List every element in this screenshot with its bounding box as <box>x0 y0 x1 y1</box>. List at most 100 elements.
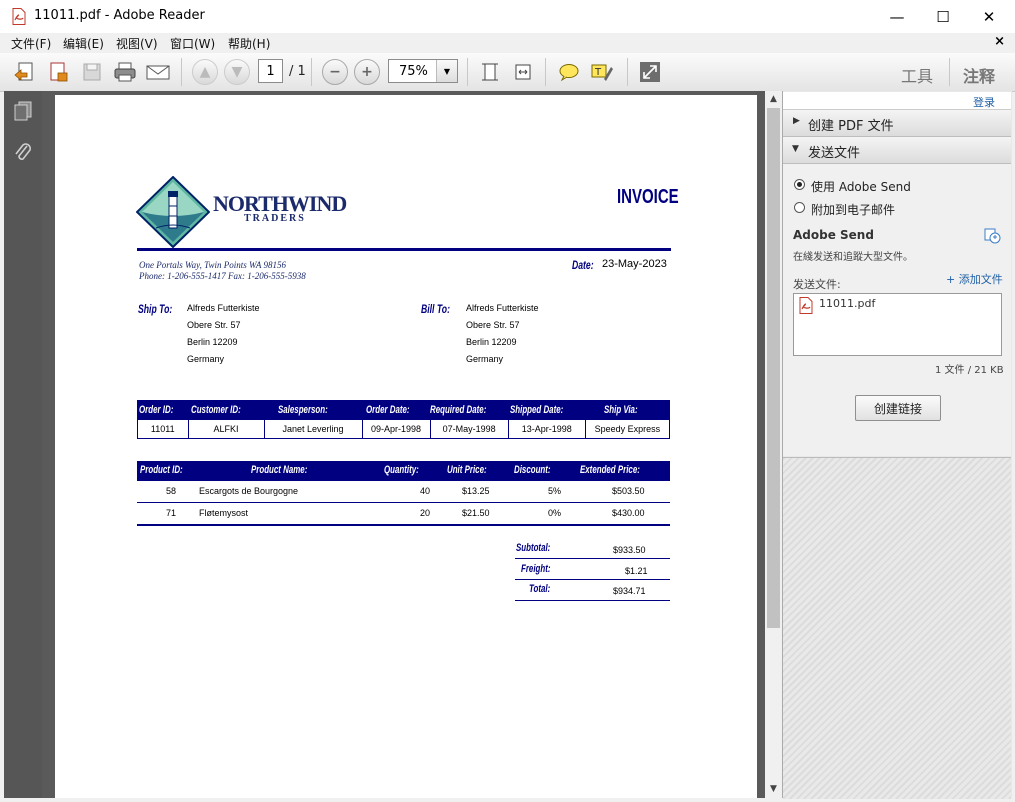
expand-icon <box>640 62 660 82</box>
fit-page-button[interactable] <box>477 60 503 84</box>
zoom-in-button[interactable]: + <box>354 59 380 85</box>
scrollbar-thumb[interactable] <box>767 108 780 628</box>
order-value-cell: ALFKI <box>188 419 265 439</box>
arrow-down-icon: ▼ <box>231 64 243 80</box>
scroll-down-icon[interactable]: ▼ <box>767 782 780 796</box>
menu-file[interactable]: 文件(F) <box>11 35 51 52</box>
zoom-value: 75% <box>399 64 428 79</box>
file-name[interactable]: 11011.pdf <box>819 297 875 310</box>
create-pdf-icon <box>50 62 68 82</box>
quantity: 40 <box>420 486 431 496</box>
comment-bubble-icon <box>559 64 579 82</box>
adobe-send-radio[interactable] <box>794 179 805 190</box>
ship-to-line: Obere Str. 57 <box>187 320 241 330</box>
fit-width-icon <box>515 64 531 80</box>
close-button[interactable]: ✕ <box>966 0 1012 33</box>
login-bar: 登录 <box>783 92 1011 110</box>
comment-tab[interactable]: 注释 <box>963 63 995 87</box>
order-value-cell: 13-Apr-1998 <box>508 419 586 439</box>
menu-window[interactable]: 窗口(W) <box>170 35 215 52</box>
order-header-cell: Ship Via: <box>603 404 638 417</box>
product-id: 71 <box>166 508 177 518</box>
totals-rule <box>515 558 670 559</box>
send-file-section[interactable]: ▼ 发送文件 <box>783 137 1011 164</box>
ship-to-line: Germany <box>187 354 225 364</box>
order-header-cell: Order Date: <box>365 404 410 417</box>
highlight-text-button[interactable]: T <box>589 60 615 84</box>
adobe-send-description: 在綫发送和追蹤大型文件。 <box>793 252 913 263</box>
invoice-heading: INVOICE <box>617 186 679 208</box>
minimize-button[interactable]: — <box>874 0 920 33</box>
order-header-cell: Shipped Date: <box>509 404 564 417</box>
ship-to-line: Berlin 12209 <box>187 337 238 347</box>
highlight-pen-icon: T <box>591 64 613 81</box>
open-button[interactable] <box>12 60 38 84</box>
company-address: One Portals Way, Twin Points WA 98156 <box>139 260 286 270</box>
product-name: Fløtemysost <box>199 508 249 518</box>
date-label: Date: <box>572 258 594 272</box>
order-value-cell: Speedy Express <box>594 423 661 434</box>
previous-page-button[interactable]: ▲ <box>192 59 218 85</box>
create-pdf-button[interactable] <box>46 60 72 84</box>
email-attach-option-label[interactable]: 附加到电子邮件 <box>811 201 895 218</box>
menu-edit[interactable]: 编辑(E) <box>63 35 104 52</box>
maximize-button[interactable]: ☐ <box>920 0 966 33</box>
add-file-link[interactable]: + 添加文件 <box>946 271 1003 287</box>
email-attach-radio[interactable] <box>794 202 805 213</box>
tools-tab[interactable]: 工具 <box>901 63 933 87</box>
fit-width-button[interactable] <box>510 60 536 84</box>
freight-label: Freight: <box>521 563 551 575</box>
pages-icon[interactable] <box>12 100 34 122</box>
bill-to-line: Germany <box>466 354 504 364</box>
print-button[interactable] <box>112 60 138 84</box>
totals-rule <box>515 600 670 601</box>
toolbar-separator <box>467 58 468 86</box>
chevron-right-icon: ▶ <box>793 116 800 126</box>
subtotal-value: $933.50 <box>613 545 646 555</box>
window-title: 11011.pdf - Adobe Reader <box>34 8 205 23</box>
save-button[interactable] <box>79 60 105 84</box>
scroll-up-icon[interactable]: ▲ <box>767 92 780 106</box>
items-header-cell: Extended Price: <box>580 464 640 476</box>
minus-icon: − <box>329 64 341 80</box>
chevron-down-icon[interactable]: ▼ <box>436 60 457 82</box>
full-screen-button[interactable] <box>637 60 663 84</box>
sticky-note-button[interactable] <box>556 60 582 84</box>
menu-help[interactable]: 帮助(H) <box>228 35 270 52</box>
header-rule <box>137 248 671 251</box>
discount: 5% <box>548 486 562 496</box>
extended-price: $430.00 <box>612 508 645 518</box>
email-button[interactable] <box>145 60 171 84</box>
pdf-file-icon <box>12 8 26 25</box>
panel-empty-area <box>783 457 1011 799</box>
login-link[interactable]: 登录 <box>973 94 995 110</box>
toolbar-separator <box>181 58 182 86</box>
print-icon <box>114 62 136 82</box>
send-info-icon[interactable] <box>984 228 1001 244</box>
menu-view[interactable]: 视图(V) <box>116 35 158 52</box>
adobe-send-option-label[interactable]: 使用 Adobe Send <box>811 178 911 195</box>
order-value-cell: Janet Leverling <box>264 419 363 439</box>
zoom-select[interactable]: 75% ▼ <box>388 59 458 83</box>
order-info-table: Order ID: Customer ID: Salesperson: Orde… <box>137 400 670 439</box>
create-link-button[interactable]: 创建链接 <box>855 395 941 421</box>
items-header-cell: Product ID: <box>140 464 183 476</box>
bill-to-line: Alfreds Futterkiste <box>466 303 539 313</box>
items-header-row: Product ID: Product Name: Quantity: Unit… <box>137 461 670 481</box>
next-page-button[interactable]: ▼ <box>224 59 250 85</box>
product-id: 58 <box>166 486 177 496</box>
invoice-date: 23-May-2023 <box>602 258 667 270</box>
page-number-input[interactable]: 1 <box>258 59 283 83</box>
items-header-cell: Product Name: <box>251 464 308 476</box>
items-header-cell: Unit Price: <box>447 464 487 476</box>
ship-to-label: Ship To: <box>138 302 173 316</box>
email-icon <box>146 65 170 80</box>
create-pdf-section[interactable]: ▶ 创建 PDF 文件 <box>783 110 1011 137</box>
zoom-out-button[interactable]: − <box>322 59 348 85</box>
file-info: 1 文件 / 21 KB <box>935 365 1004 376</box>
file-list[interactable]: 11011.pdf <box>793 293 1002 356</box>
attachments-icon[interactable] <box>12 141 34 163</box>
order-value-row: 11011 ALFKI Janet Leverling 09-Apr-1998 … <box>137 419 670 439</box>
table-row: 58 Escargots de Bourgogne 40 $13.25 5% $… <box>137 481 670 503</box>
close-document-icon[interactable]: × <box>994 34 1005 49</box>
